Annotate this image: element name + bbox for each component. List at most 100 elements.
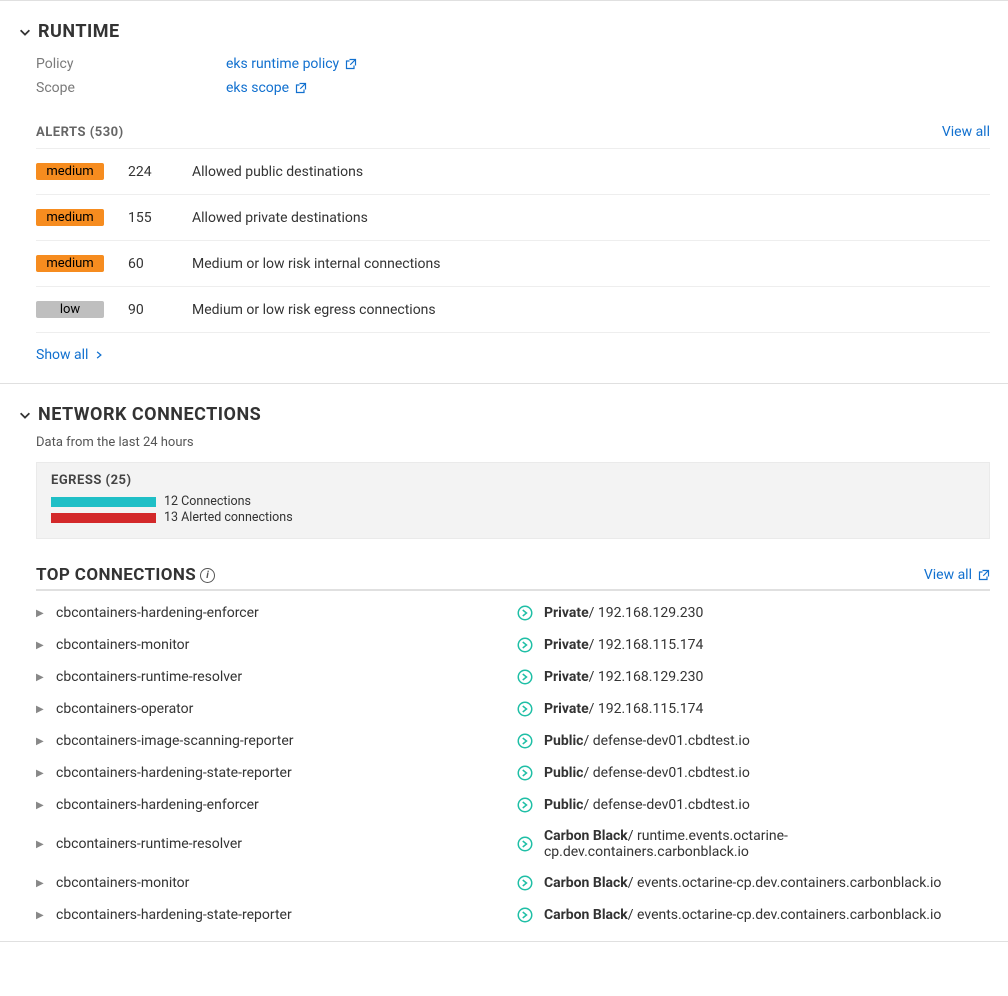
scope-row: Scope eks scope <box>36 76 990 100</box>
connection-destination: Carbon Black/ runtime.events.octarine-cp… <box>544 828 990 860</box>
alert-count: 224 <box>128 164 168 180</box>
severity-badge: medium <box>36 163 104 180</box>
alert-row[interactable]: medium155Allowed private destinations <box>36 195 990 241</box>
network-header[interactable]: NETWORK CONNECTIONS <box>18 404 990 425</box>
caret-right-icon: ▶ <box>36 878 46 889</box>
chevron-down-icon <box>18 408 32 422</box>
chevron-down-icon <box>18 25 32 39</box>
alert-row[interactable]: medium 224 Allowed public destinations <box>36 148 990 195</box>
connections-bar-row: 12 Connections <box>51 494 975 510</box>
connection-destination: Private/ 192.168.129.230 <box>544 605 703 621</box>
caret-right-icon: ▶ <box>36 736 46 747</box>
connection-source: cbcontainers-monitor <box>56 875 506 891</box>
policy-row: Policy eks runtime policy <box>36 52 990 76</box>
alert-count: 60 <box>128 256 168 272</box>
alerts-heading: ALERTS (530) <box>36 125 124 140</box>
external-link-icon <box>345 58 357 70</box>
alert-row[interactable]: medium60Medium or low risk internal conn… <box>36 241 990 287</box>
connection-source: cbcontainers-image-scanning-reporter <box>56 733 506 749</box>
connections-list: ▶ cbcontainers-hardening-enforcer Private/… <box>36 597 990 931</box>
destination-host: 192.168.115.174 <box>598 637 704 653</box>
connection-row[interactable]: ▶ cbcontainers-image-scanning-reporter Pub… <box>36 725 990 757</box>
info-icon[interactable]: i <box>200 568 215 583</box>
alert-count: 90 <box>128 302 168 318</box>
caret-right-icon: ▶ <box>36 608 46 619</box>
network-subtitle: Data from the last 24 hours <box>36 435 990 450</box>
caret-right-icon: ▶ <box>36 800 46 811</box>
destination-scope: Public <box>544 733 583 749</box>
severity-badge: low <box>36 301 104 318</box>
arrow-right-circle-icon <box>516 668 534 686</box>
caret-right-icon: ▶ <box>36 672 46 683</box>
alerted-bar-label: 13 Alerted connections <box>164 510 293 526</box>
connection-row[interactable]: ▶cbcontainers-operatorPrivate/ 192.168.1… <box>36 693 990 725</box>
policy-value: eks runtime policy <box>226 56 339 72</box>
connection-source: cbcontainers-hardening-enforcer <box>56 605 506 621</box>
external-link-icon <box>978 569 990 581</box>
arrow-right-circle-icon <box>516 796 534 814</box>
alerts-list: medium224Allowed public destinationsmedi… <box>36 148 990 333</box>
connection-row[interactable]: ▶ cbcontainers-runtime-resolver Carbon Bla… <box>36 821 990 867</box>
destination-host: defense-dev01.cbdtest.io <box>593 733 750 749</box>
egress-title: EGRESS (25) <box>51 473 975 488</box>
connection-source: cbcontainers-hardening-state-reporter <box>56 765 506 781</box>
top-connections-view-all[interactable]: View all <box>924 567 990 583</box>
destination-host: events.octarine-cp.dev.containers.carbon… <box>637 907 941 923</box>
policy-link[interactable]: eks runtime policy <box>226 56 357 72</box>
caret-right-icon: ▶ <box>36 910 46 921</box>
connection-destination: Public/ defense-dev01.cbdtest.io <box>544 797 750 813</box>
alert-description: Medium or low risk internal connections <box>192 256 441 272</box>
alerted-bar <box>51 513 156 523</box>
arrow-right-circle-icon <box>516 874 534 892</box>
show-all-link[interactable]: Show all <box>36 347 104 363</box>
connection-row[interactable]: ▶cbcontainers-monitorPrivate/ 192.168.11… <box>36 629 990 661</box>
destination-scope: Private <box>544 701 589 717</box>
connection-source: cbcontainers-operator <box>56 701 506 717</box>
chevron-right-icon <box>94 350 104 360</box>
connection-row[interactable]: ▶ cbcontainers-monitor Carbon Black/ event… <box>36 867 990 899</box>
egress-card: EGRESS (25) 12 Connections 13 Alerted co… <box>36 462 990 539</box>
connection-source: cbcontainers-hardening-state-reporter <box>56 907 506 923</box>
alerts-view-all[interactable]: View all <box>942 124 990 140</box>
caret-right-icon: ▶ <box>36 768 46 779</box>
connection-row[interactable]: ▶cbcontainers-hardening-enforcerPublic/ … <box>36 789 990 821</box>
alert-count: 155 <box>128 210 168 226</box>
arrow-right-circle-icon <box>516 835 534 853</box>
destination-scope: Carbon Black <box>544 875 628 891</box>
scope-link[interactable]: eks scope <box>226 80 307 96</box>
runtime-header[interactable]: RUNTIME <box>18 21 990 42</box>
caret-right-icon: ▶ <box>36 704 46 715</box>
arrow-right-circle-icon <box>516 764 534 782</box>
connection-source: cbcontainers-monitor <box>56 637 506 653</box>
view-all-label: View all <box>924 567 972 583</box>
caret-right-icon: ▶ <box>36 839 46 850</box>
arrow-right-circle-icon <box>516 906 534 924</box>
alert-description: Allowed public destinations <box>192 164 363 180</box>
destination-host: 192.168.129.230 <box>598 605 704 621</box>
destination-host: defense-dev01.cbdtest.io <box>593 797 750 813</box>
connection-row[interactable]: ▶ cbcontainers-hardening-state-reporter Ca… <box>36 899 990 931</box>
destination-scope: Private <box>544 605 589 621</box>
connections-bar <box>51 497 156 507</box>
connection-destination: Carbon Black/ events.octarine-cp.dev.con… <box>544 875 941 891</box>
connection-row[interactable]: ▶cbcontainers-runtime-resolverPrivate/ 1… <box>36 661 990 693</box>
connection-destination: Public/ defense-dev01.cbdtest.io <box>544 733 750 749</box>
arrow-right-circle-icon <box>516 732 534 750</box>
network-title: NETWORK CONNECTIONS <box>38 404 261 425</box>
alert-row[interactable]: low90Medium or low risk egress connectio… <box>36 287 990 333</box>
alert-description: Allowed private destinations <box>192 210 368 226</box>
policy-label: Policy <box>36 56 226 72</box>
connection-row[interactable]: ▶ cbcontainers-hardening-state-reporter Pu… <box>36 757 990 789</box>
runtime-title: RUNTIME <box>38 21 120 42</box>
destination-scope: Public <box>544 765 583 781</box>
caret-right-icon: ▶ <box>36 640 46 651</box>
destination-scope: Private <box>544 637 589 653</box>
destination-scope: Carbon Black <box>544 907 628 923</box>
scope-label: Scope <box>36 80 226 96</box>
connection-source: cbcontainers-runtime-resolver <box>56 836 506 852</box>
connection-row[interactable]: ▶ cbcontainers-hardening-enforcer Private/… <box>36 597 990 629</box>
network-section: NETWORK CONNECTIONS Data from the last 2… <box>0 383 1008 941</box>
destination-scope: Private <box>544 669 589 685</box>
connection-destination: Carbon Black/ events.octarine-cp.dev.con… <box>544 907 941 923</box>
destination-host: defense-dev01.cbdtest.io <box>593 765 750 781</box>
